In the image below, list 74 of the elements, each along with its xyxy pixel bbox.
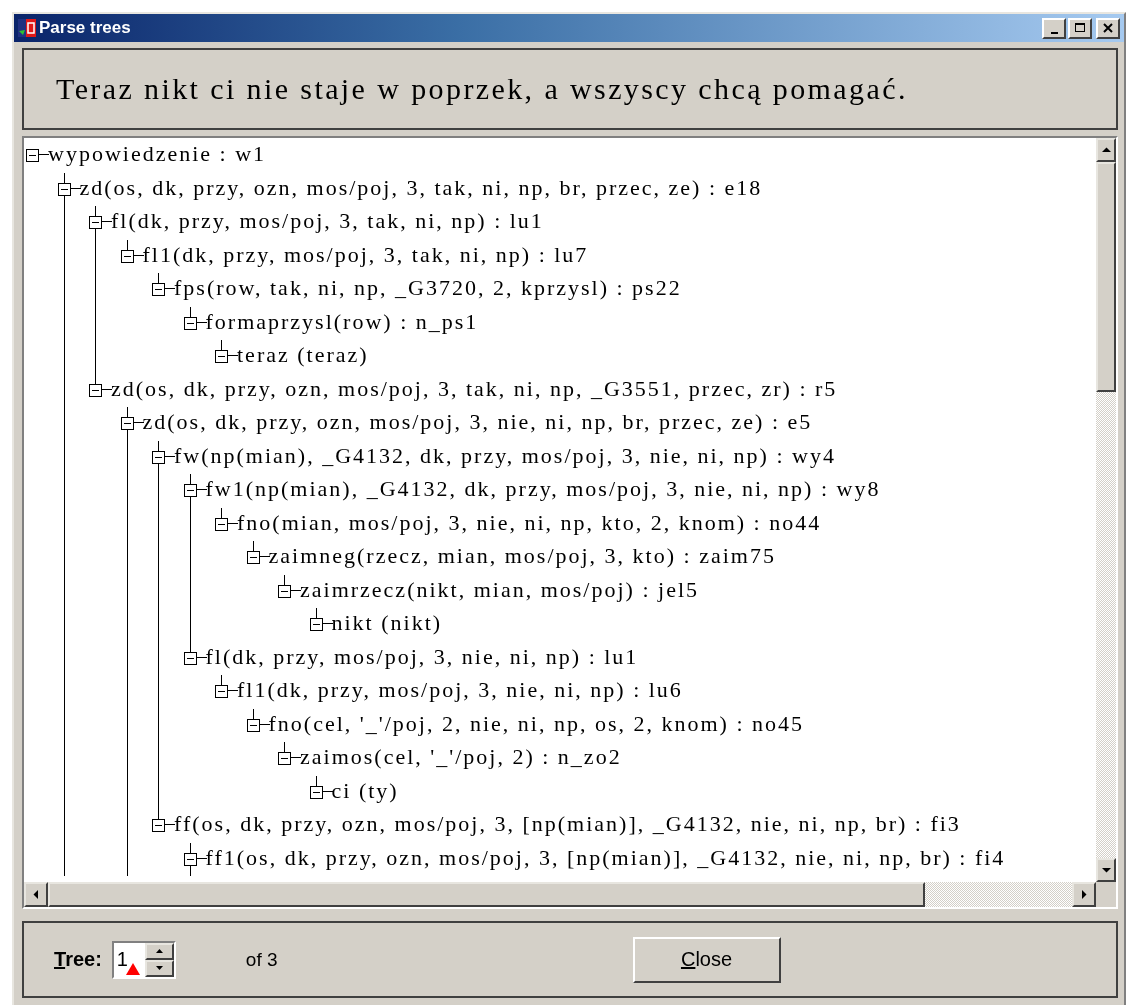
tree-node-label[interactable]: zd(os, dk, przy, ozn, mos/poj, 3, tak, ni, np, br, przec, ze) : e18 bbox=[79, 170, 763, 206]
tree-node-label[interactable]: teraz (teraz) bbox=[237, 338, 369, 374]
tree-node-label[interactable]: formaprzysl(row) : n_ps1 bbox=[205, 304, 479, 340]
tree-node-label[interactable]: fno(cel, '_'/poj, 2, nie, ni, np, os, 2, knom) : no45 bbox=[268, 706, 805, 742]
scrollbar-corner bbox=[1096, 882, 1116, 907]
tree-node-label[interactable]: fno(mian, mos/poj, 3, nie, ni, np, kto, 2, knom) : no44 bbox=[237, 505, 822, 541]
close-window-button[interactable] bbox=[1096, 17, 1120, 39]
collapse-toggle[interactable] bbox=[309, 618, 323, 631]
tree-node-label[interactable]: zaimrzecz(nikt, mian, mos/poj) : jel5 bbox=[300, 572, 699, 608]
tree-node-label[interactable]: zd(os, dk, przy, ozn, mos/poj, 3, nie, ni, np, br, przec, ze) : e5 bbox=[142, 405, 813, 441]
scroll-thumb[interactable] bbox=[1096, 162, 1116, 392]
scroll-up-button[interactable] bbox=[1096, 138, 1116, 162]
close-button[interactable]: Close bbox=[632, 936, 781, 983]
tree-node-label[interactable]: fps(row, tak, ni, np, _G3720, 2, kprzysl) : ps22 bbox=[174, 271, 682, 307]
scroll-down-button[interactable] bbox=[1096, 858, 1116, 882]
minimize-icon bbox=[1050, 31, 1058, 34]
tree-node-label[interactable]: zaimos(cel, '_'/poj, 2) : n_zo2 bbox=[300, 740, 622, 776]
right-arrow-icon bbox=[1081, 890, 1087, 899]
triangle-icon bbox=[125, 962, 140, 975]
tree-node-label[interactable]: zaimneg(rzecz, mian, mos/poj, 3, kto) : zaim75 bbox=[268, 539, 776, 575]
tree-node-label[interactable]: ff(os, dk, przy, ozn, mos/poj, 3, [np(mian)], _G4132, nie, ni, np, br) : fi3 bbox=[174, 807, 961, 843]
down-arrow-icon bbox=[156, 966, 164, 970]
collapse-toggle[interactable] bbox=[278, 584, 291, 598]
app-icon bbox=[18, 19, 36, 37]
down-arrow-icon bbox=[1101, 867, 1111, 873]
collapse-toggle[interactable] bbox=[120, 249, 134, 263]
tree-node-label[interactable]: nikt (nikt) bbox=[331, 606, 443, 642]
tree-number-spinner[interactable]: 1 bbox=[111, 940, 176, 979]
tree-node-label[interactable]: zd(os, dk, przy, ozn, mos/poj, 3, tak, ni, np, _G3551, przec, zr) : r5 bbox=[111, 371, 838, 407]
collapse-toggle[interactable] bbox=[26, 149, 39, 162]
scroll-left-button[interactable] bbox=[24, 882, 48, 907]
tree-node-label[interactable]: fl1(dk, przy, mos/poj, 3, nie, ni, np) : lu6 bbox=[237, 673, 683, 709]
maximize-button[interactable] bbox=[1068, 17, 1092, 39]
collapse-toggle[interactable] bbox=[183, 316, 197, 330]
collapse-toggle[interactable] bbox=[89, 216, 102, 229]
collapse-toggle[interactable] bbox=[215, 350, 228, 363]
tree-node-label[interactable]: fl1(dk, przy, mos/poj, 3, tak, ni, np) : lu7 bbox=[142, 237, 589, 273]
maximize-icon bbox=[1075, 23, 1085, 33]
tree-node-label[interactable]: fl(dk, przy, mos/poj, 3, tak, ni, np) : lu1 bbox=[111, 204, 544, 240]
collapse-toggle[interactable] bbox=[152, 819, 165, 832]
tree-node-label[interactable]: wypowiedzenie : w1 bbox=[48, 138, 267, 173]
close-icon bbox=[1103, 23, 1113, 33]
collapse-toggle[interactable] bbox=[152, 283, 165, 296]
sentence-text: Teraz nikt ci nie staje w poprzek, a wszyscy chcą pomagać. bbox=[56, 72, 908, 106]
tree-node-label[interactable]: ff1(os, dk, przy, ozn, mos/poj, 3, [np(mian)], _G4132, nie, ni, np, br) : fi4 bbox=[205, 840, 1006, 876]
scroll-thumb[interactable] bbox=[48, 882, 925, 907]
collapse-toggle[interactable] bbox=[57, 182, 71, 196]
spin-up-button[interactable] bbox=[145, 942, 174, 960]
scroll-right-button[interactable] bbox=[1072, 882, 1096, 907]
tree-node-label[interactable]: fl(dk, przy, mos/poj, 3, nie, ni, np) : lu1 bbox=[205, 639, 639, 675]
tree-node-label[interactable]: fw(np(mian), _G4132, dk, przy, mos/poj, 3, nie, ni, np) : wy4 bbox=[174, 438, 836, 474]
vertical-scrollbar[interactable] bbox=[1096, 138, 1116, 882]
left-arrow-icon bbox=[33, 890, 39, 899]
collapse-toggle[interactable] bbox=[309, 785, 323, 799]
up-arrow-icon bbox=[156, 949, 164, 953]
collapse-toggle[interactable] bbox=[183, 651, 197, 665]
tree-count-text: of 3 bbox=[245, 948, 278, 971]
tree-node-label[interactable]: ci (ty) bbox=[331, 773, 399, 809]
minimize-button[interactable] bbox=[1042, 17, 1066, 39]
up-arrow-icon bbox=[1101, 147, 1111, 153]
collapse-toggle[interactable] bbox=[278, 752, 291, 765]
collapse-toggle[interactable] bbox=[89, 383, 102, 397]
collapse-toggle[interactable] bbox=[215, 517, 228, 531]
window-title: Parse trees bbox=[39, 18, 132, 38]
tree-node-label[interactable]: fw1(np(mian), _G4132, dk, przy, mos/poj, 3, nie, ni, np) : wy8 bbox=[205, 472, 881, 508]
horizontal-scrollbar[interactable] bbox=[24, 882, 1096, 907]
collapse-toggle[interactable] bbox=[246, 551, 260, 564]
collapse-toggle[interactable] bbox=[152, 450, 165, 464]
tree-label: Tree: bbox=[54, 948, 102, 971]
collapse-toggle[interactable] bbox=[246, 718, 260, 732]
collapse-toggle[interactable] bbox=[183, 852, 197, 866]
collapse-toggle[interactable] bbox=[120, 417, 134, 430]
collapse-toggle[interactable] bbox=[215, 685, 228, 698]
collapse-toggle[interactable] bbox=[183, 484, 197, 497]
